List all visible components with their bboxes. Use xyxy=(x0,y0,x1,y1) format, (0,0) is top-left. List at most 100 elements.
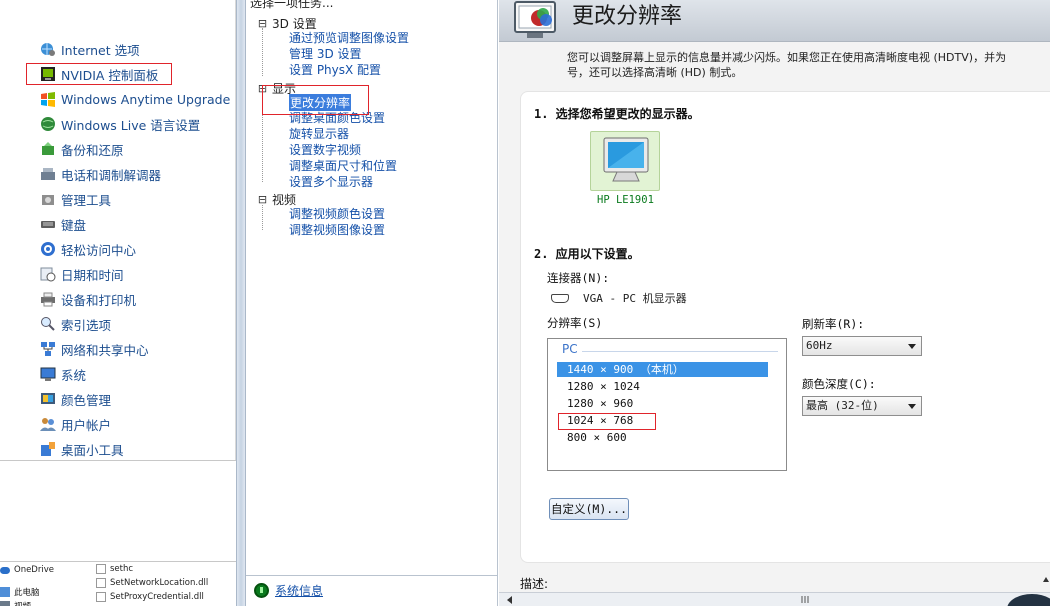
refresh-rate-select[interactable]: 60Hz xyxy=(802,336,922,356)
tree-link-manage-3d[interactable]: 管理 3D 设置 xyxy=(289,45,362,62)
tree-link-rotate-display[interactable]: 旋转显示器 xyxy=(289,125,349,142)
cp-label: 电话和调制解调器 xyxy=(61,167,162,183)
keyboard-icon xyxy=(40,216,56,232)
cp-label: 颜色管理 xyxy=(61,392,112,408)
description-line: 您可以调整屏幕上显示的信息量并减少闪烁。如果您正在使用高清晰度电视 (HDTV)… xyxy=(567,51,1007,64)
cp-label: 轻松访问中心 xyxy=(61,242,137,258)
tree-link-desktop-size[interactable]: 调整桌面尺寸和位置 xyxy=(289,157,397,174)
gadgets-icon xyxy=(40,441,56,457)
admin-tools-icon xyxy=(40,191,56,207)
nvidia-highlight-box xyxy=(26,63,172,85)
tree-connector xyxy=(262,28,263,76)
explorer-label: OneDrive xyxy=(14,565,54,575)
tree-link-label: 调整视频颜色设置 xyxy=(289,207,386,221)
tree-link-label: 设置数字视频 xyxy=(289,143,362,157)
cp-item-phone-modem[interactable]: 电话和调制解调器 xyxy=(40,163,161,185)
tree-link-physx[interactable]: 设置 PhysX 配置 xyxy=(289,61,381,78)
scroll-thumb-grip-icon[interactable] xyxy=(799,595,813,604)
file-icon xyxy=(96,592,106,602)
cp-label: Internet 选项 xyxy=(61,42,140,58)
cp-item-admin-tools[interactable]: 管理工具 xyxy=(40,188,111,210)
refresh-rate-label: 刷新率(R): xyxy=(802,317,865,331)
pane-splitter[interactable] xyxy=(236,0,246,606)
collapse-toggle-icon[interactable]: ⊟ xyxy=(257,18,268,29)
explorer-label: 视频 xyxy=(14,600,31,606)
color-depth-select[interactable]: 最高 (32-位) xyxy=(802,396,922,416)
explorer-onedrive[interactable]: OneDrive xyxy=(0,565,54,575)
step-2-heading: 2. 应用以下设置。 xyxy=(534,247,640,261)
description-line: 号，还可以选择高清晰 (HD) 制式。 xyxy=(567,66,743,79)
resolution-listbox[interactable]: PC 1440 × 900 （本机） 1280 × 1024 1280 × 96… xyxy=(547,338,787,471)
phone-modem-icon xyxy=(40,166,56,182)
cp-item-indexing[interactable]: 索引选项 xyxy=(40,313,111,335)
change-resolution-highlight-box xyxy=(262,85,369,115)
tree-link-label: 调整桌面尺寸和位置 xyxy=(289,159,398,173)
explorer-this-pc[interactable]: 此电脑 xyxy=(0,586,40,598)
cp-label: 日期和时间 xyxy=(61,267,124,283)
page-description: 您可以调整屏幕上显示的信息量并减少闪烁。如果您正在使用高清晰度电视 (HDTV)… xyxy=(567,50,1050,80)
cp-item-anytime-upgrade[interactable]: Windows Anytime Upgrade xyxy=(40,88,230,110)
globe-icon xyxy=(40,116,56,132)
info-icon xyxy=(254,583,269,598)
cp-label: 键盘 xyxy=(61,217,87,233)
file-item[interactable]: sethc xyxy=(96,564,133,574)
tree-link-digital-video[interactable]: 设置数字视频 xyxy=(289,141,361,158)
tree-bottom-divider xyxy=(246,575,498,576)
tree-link-preview-image[interactable]: 通过预览调整图像设置 xyxy=(289,29,409,46)
cp-item-ease-of-access[interactable]: 轻松访问中心 xyxy=(40,238,136,260)
customize-button[interactable]: 自定义(M)... xyxy=(549,498,629,520)
windows-flag-icon xyxy=(40,91,56,107)
cp-label: 系统 xyxy=(61,367,87,383)
cp-item-date-time[interactable]: 日期和时间 xyxy=(40,263,124,285)
cp-item-keyboard[interactable]: 键盘 xyxy=(40,213,86,235)
network-icon xyxy=(40,341,56,357)
cp-label: 备份和还原 xyxy=(61,142,124,158)
tree-link-video-image[interactable]: 调整视频图像设置 xyxy=(289,221,385,238)
connector-value: VGA - PC 机显示器 xyxy=(583,292,687,305)
resolution-option[interactable]: 1280 × 960 xyxy=(557,396,768,411)
cp-item-gadgets[interactable]: 桌面小工具 xyxy=(40,438,124,460)
explorer-videos[interactable]: 视频 xyxy=(0,600,31,606)
task-tree-header: 选择一项任务... xyxy=(250,0,334,10)
group-divider xyxy=(582,351,778,352)
tree-link-multiple-displays[interactable]: 设置多个显示器 xyxy=(289,173,373,190)
cp-item-live-language[interactable]: Windows Live 语言设置 xyxy=(40,113,200,135)
cp-item-network-sharing[interactable]: 网络和共享中心 xyxy=(40,338,149,360)
explorer-window: OneDrive 此电脑 视频 sethc SetNetworkLocation… xyxy=(0,460,236,606)
user-accounts-icon xyxy=(40,416,56,432)
scroll-up-arrow-icon[interactable] xyxy=(1043,577,1049,582)
vga-connector-icon xyxy=(551,293,569,303)
cp-label: 用户帐户 xyxy=(61,417,112,433)
tree-link-video-color[interactable]: 调整视频颜色设置 xyxy=(289,205,385,222)
resolution-option[interactable]: 1280 × 1024 xyxy=(557,379,768,394)
accessibility-icon xyxy=(40,241,56,257)
cp-label: Windows Anytime Upgrade xyxy=(61,91,231,107)
scroll-left-arrow-icon[interactable] xyxy=(507,596,512,604)
file-item[interactable]: SetProxyCredential.dll xyxy=(96,592,204,602)
resolution-option[interactable]: 800 × 600 xyxy=(557,430,768,445)
collapse-toggle-icon[interactable]: ⊟ xyxy=(257,194,268,205)
connector-value-row: VGA - PC 机显示器 xyxy=(551,290,687,306)
cp-item-internet-options[interactable]: Internet 选项 xyxy=(40,38,140,60)
cp-item-color-management[interactable]: 颜色管理 xyxy=(40,388,111,410)
resolution-label: 分辨率(S) xyxy=(547,316,603,330)
globe-settings-icon xyxy=(40,41,56,57)
cp-item-system[interactable]: 系统 xyxy=(40,363,86,385)
dropdown-arrow-icon xyxy=(908,404,916,409)
cp-item-devices-printers[interactable]: 设备和打印机 xyxy=(40,288,136,310)
monitor-tile[interactable] xyxy=(590,131,660,191)
cp-item-user-accounts[interactable]: 用户帐户 xyxy=(40,413,111,435)
calendar-clock-icon xyxy=(40,266,56,282)
cp-item-backup[interactable]: 备份和还原 xyxy=(40,138,124,160)
video-folder-icon xyxy=(0,601,10,606)
system-info-link[interactable]: 系统信息 xyxy=(254,582,323,599)
file-item[interactable]: SetNetworkLocation.dll xyxy=(96,578,208,588)
description-label: 描述: xyxy=(520,577,549,591)
horizontal-scrollbar[interactable] xyxy=(499,592,1050,606)
page-banner: 更改分辨率 xyxy=(499,0,1050,42)
monitor-icon xyxy=(603,137,649,182)
display-settings-icon xyxy=(514,1,556,38)
color-depth-label: 颜色深度(C): xyxy=(802,377,876,391)
resolution-option[interactable]: 1440 × 900 （本机） xyxy=(557,362,768,377)
computer-icon xyxy=(0,587,10,597)
